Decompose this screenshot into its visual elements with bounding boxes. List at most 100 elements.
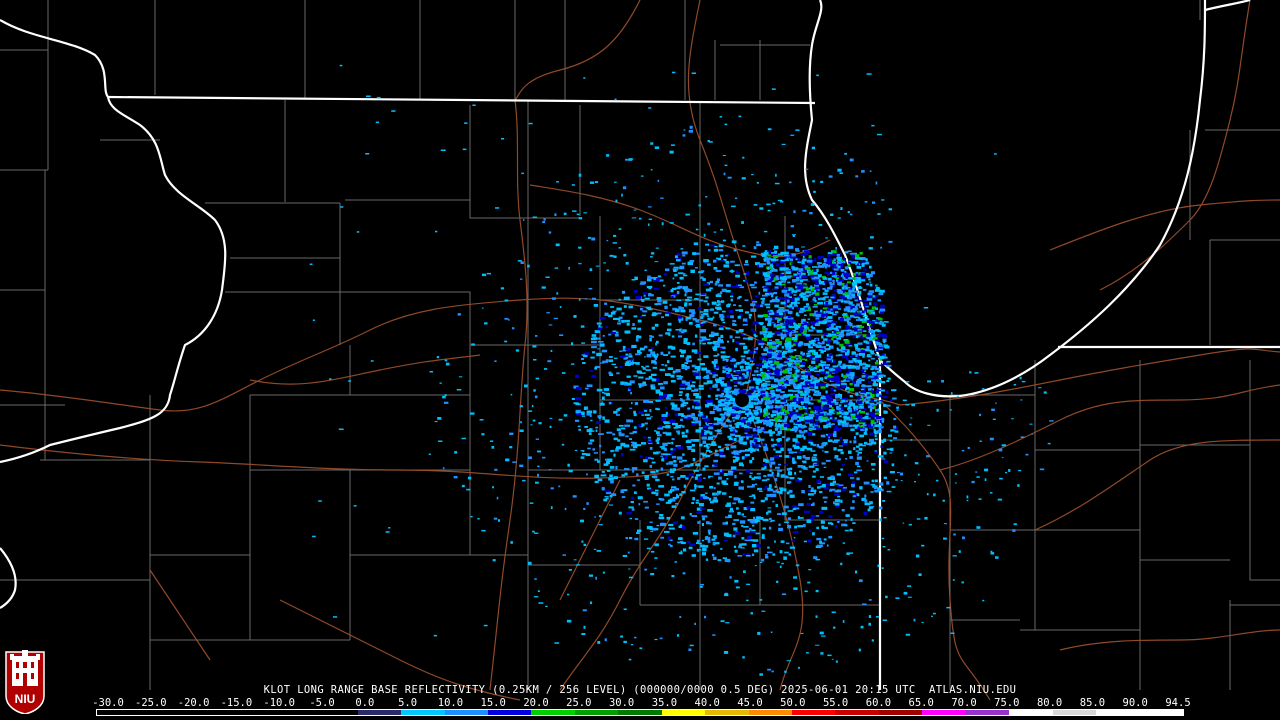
echo-pixel bbox=[862, 355, 865, 358]
echo-pixel bbox=[751, 443, 755, 446]
echo-pixel bbox=[903, 591, 908, 595]
echo-pixel bbox=[591, 334, 597, 337]
echo-pixel bbox=[847, 473, 854, 477]
echo-pixel bbox=[805, 401, 811, 404]
echo-pixel bbox=[853, 471, 858, 474]
echo-pixel bbox=[821, 506, 828, 510]
echo-pixel bbox=[385, 531, 390, 533]
echo-pixel bbox=[772, 248, 776, 250]
echo-pixel bbox=[878, 345, 883, 347]
echo-pixel bbox=[750, 539, 754, 542]
echo-pixel bbox=[606, 392, 610, 397]
echo-pixel bbox=[952, 579, 955, 581]
echo-pixel bbox=[842, 313, 848, 316]
echo-pixel bbox=[578, 173, 582, 177]
echo-pixel bbox=[796, 282, 803, 285]
echo-pixel bbox=[801, 260, 805, 264]
echo-pixel bbox=[858, 648, 861, 652]
echo-pixel bbox=[828, 522, 833, 525]
echo-pixel bbox=[843, 375, 848, 379]
echo-pixel bbox=[686, 360, 692, 363]
echo-pixel bbox=[660, 197, 664, 199]
echo-pixel bbox=[591, 237, 596, 241]
echo-pixel bbox=[658, 396, 664, 400]
echo-pixel bbox=[600, 474, 607, 477]
echo-pixel bbox=[717, 559, 722, 562]
echo-pixel bbox=[979, 413, 982, 417]
echo-pixel bbox=[729, 356, 732, 360]
echo-pixel bbox=[810, 514, 816, 517]
echo-pixel bbox=[776, 373, 780, 377]
radar-site-marker bbox=[735, 393, 749, 407]
echo-pixel bbox=[943, 537, 947, 540]
echo-pixel bbox=[858, 286, 862, 289]
echo-pixel bbox=[631, 496, 634, 500]
echo-pixel bbox=[764, 277, 770, 280]
echo-pixel bbox=[749, 472, 753, 475]
echo-pixel bbox=[769, 517, 772, 520]
echo-pixel bbox=[765, 554, 768, 556]
echo-pixel bbox=[831, 378, 834, 382]
echo-pixel bbox=[676, 282, 680, 284]
echo-pixel bbox=[818, 321, 821, 324]
echo-pixel bbox=[823, 466, 827, 468]
echo-pixel bbox=[758, 342, 765, 346]
echo-pixel bbox=[847, 308, 850, 313]
echo-pixel bbox=[836, 261, 842, 264]
echo-pixel bbox=[827, 316, 833, 319]
echo-pixel bbox=[857, 328, 862, 331]
echo-pixel bbox=[958, 550, 961, 553]
echo-pixel bbox=[738, 309, 744, 312]
echo-pixel bbox=[942, 499, 945, 502]
echo-pixel bbox=[859, 486, 863, 490]
echo-pixel bbox=[458, 376, 463, 378]
echo-pixel bbox=[807, 280, 810, 283]
echo-pixel bbox=[774, 300, 780, 302]
echo-pixel bbox=[862, 362, 866, 365]
echo-pixel bbox=[961, 581, 964, 584]
echo-pixel bbox=[700, 336, 707, 339]
echo-pixel bbox=[571, 184, 575, 186]
echo-pixel bbox=[692, 532, 699, 535]
echo-pixel bbox=[775, 422, 778, 426]
echo-pixel bbox=[868, 622, 871, 626]
echo-pixel bbox=[813, 296, 816, 299]
echo-pixel bbox=[705, 296, 709, 299]
echo-pixel bbox=[820, 434, 823, 438]
echo-pixel bbox=[713, 408, 716, 411]
echo-pixel bbox=[771, 444, 775, 448]
echo-pixel bbox=[877, 564, 880, 567]
echo-pixel bbox=[753, 496, 756, 500]
echo-pixel bbox=[770, 258, 776, 262]
echo-pixel bbox=[840, 299, 844, 303]
echo-pixel bbox=[820, 180, 824, 183]
echo-pixel bbox=[851, 415, 856, 419]
colorbar-label: 40.0 bbox=[694, 697, 720, 709]
echo-pixel bbox=[811, 487, 814, 490]
echo-pixel bbox=[659, 446, 665, 448]
echo-pixel bbox=[593, 548, 597, 550]
echo-pixel bbox=[755, 483, 758, 485]
echo-pixel bbox=[869, 281, 872, 283]
echo-pixel bbox=[911, 404, 916, 407]
echo-pixel bbox=[762, 314, 768, 317]
echo-pixel bbox=[649, 377, 653, 379]
echo-pixel bbox=[720, 228, 723, 231]
echo-pixel bbox=[675, 369, 681, 373]
echo-pixel bbox=[753, 246, 757, 250]
echo-pixel bbox=[762, 419, 765, 422]
echo-pixel bbox=[888, 434, 892, 437]
echo-pixel bbox=[763, 447, 769, 451]
echo-pixel bbox=[725, 622, 730, 624]
echo-pixel bbox=[442, 395, 446, 399]
echo-pixel bbox=[718, 327, 724, 331]
echo-pixel bbox=[798, 429, 802, 433]
echo-pixel bbox=[528, 410, 533, 412]
echo-pixel bbox=[856, 477, 860, 481]
echo-pixel bbox=[712, 435, 717, 438]
echo-pixel bbox=[677, 446, 683, 450]
echo-pixel bbox=[604, 638, 607, 642]
echo-pixel bbox=[768, 361, 772, 364]
echo-pixel bbox=[805, 287, 810, 291]
echo-pixel bbox=[353, 505, 357, 507]
